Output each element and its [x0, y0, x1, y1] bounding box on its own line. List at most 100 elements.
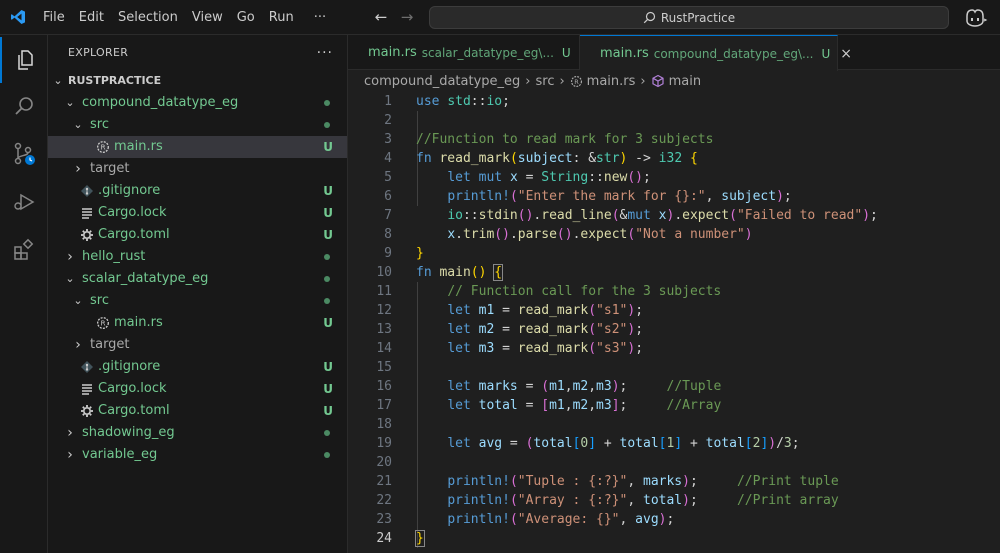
activity-bar	[0, 35, 48, 553]
code-line: 14 let m3 = read_mark("s3");	[348, 339, 1000, 358]
extensions-activity[interactable]	[0, 227, 48, 273]
code-text: fn read_mark(subject: &str) -> i32 {	[416, 151, 698, 166]
editor-area: Rmain.rsscalar_datatype_eg\...URmain.rsc…	[348, 35, 1000, 553]
close-icon[interactable]: ×	[840, 46, 852, 62]
code-line: 7 io::stdin().read_line(&mut x).expect("…	[348, 206, 1000, 225]
code-text: let mut x = String::new();	[447, 170, 651, 185]
git-status-dot	[324, 430, 330, 436]
line-number: 21	[376, 474, 392, 489]
git-status-dot	[324, 276, 330, 282]
tree-item-label: scalar_datatype_eg	[82, 271, 209, 286]
tree-folder[interactable]: › target	[48, 334, 347, 356]
menu-item[interactable]: Edit	[72, 0, 111, 35]
back-arrow-icon[interactable]: ←	[372, 8, 390, 26]
command-center-search[interactable]: RustPractice	[429, 6, 949, 29]
code-text: //Function to read mark for 3 subjects	[416, 132, 714, 147]
title-bar: File Edit Selection View Go Run ··· ← → RustPr…	[0, 0, 1000, 35]
workspace-root[interactable]: ⌄ RUSTPRACTICE	[48, 70, 347, 92]
tree-folder[interactable]: › variable_eg	[48, 444, 347, 466]
tree-folder[interactable]: ⌄ scalar_datatype_eg	[48, 268, 347, 290]
symbol-method-icon	[652, 74, 664, 88]
tree-item-label: target	[90, 161, 130, 176]
line-number: 6	[384, 189, 392, 204]
tab-filename: main.rs	[600, 46, 649, 61]
code-text: let avg = (total[0] + total[1] + total[2…	[447, 436, 800, 451]
menu-item[interactable]: File	[36, 0, 72, 35]
tab[interactable]: Rmain.rsscalar_datatype_eg\...U	[348, 35, 580, 70]
tree-file[interactable]: Rmain.rs U	[48, 136, 347, 158]
tree-folder[interactable]: › target	[48, 158, 347, 180]
breadcrumb-symbol[interactable]: main	[669, 74, 701, 89]
tab-status: U	[821, 46, 831, 61]
line-number: 4	[384, 151, 392, 166]
more-actions-icon[interactable]: ···	[317, 45, 333, 61]
breadcrumb-folder[interactable]: compound_datatype_eg	[364, 74, 520, 89]
source-control-activity[interactable]	[0, 131, 48, 177]
code-editor[interactable]: 1 use std::io; 2 3 //Function to read mark f…	[348, 92, 1000, 548]
search-icon	[15, 97, 33, 115]
chevron-down-icon: ⌄	[53, 74, 63, 87]
tab-active[interactable]: Rmain.rscompound_datatype_eg\...U×	[580, 35, 852, 71]
tree-item-label: Cargo.lock	[98, 381, 167, 396]
tree-file[interactable]: Cargo.toml U	[48, 400, 347, 422]
git-status-badge: U	[323, 404, 333, 418]
line-number: 18	[376, 417, 392, 432]
rust-file-icon: R	[570, 75, 582, 87]
run-debug-activity[interactable]	[0, 179, 48, 225]
tree-item-label: .gitignore	[98, 359, 161, 374]
git-status-badge: U	[323, 228, 333, 242]
chevron-right-icon: ›	[640, 73, 646, 89]
line-number: 13	[376, 322, 392, 337]
chevron-down-icon: ⌄	[65, 96, 75, 109]
tree-file[interactable]: Cargo.lock U	[48, 202, 347, 224]
tree-folder[interactable]: ⌄ src	[48, 290, 347, 312]
menu-item[interactable]: View	[185, 0, 230, 35]
gear-file-icon	[80, 404, 94, 418]
breadcrumb-file[interactable]: main.rs	[587, 74, 636, 89]
menu-item[interactable]: Selection	[111, 0, 185, 35]
code-line: 21 println!("Tuple : {:?}", marks); //Pr…	[348, 472, 1000, 491]
tree-file[interactable]: .gitignore U	[48, 180, 347, 202]
line-number: 11	[376, 284, 392, 299]
copilot-icon[interactable]	[962, 8, 988, 28]
code-line: 1 use std::io;	[348, 92, 1000, 111]
chevron-right-icon: ›	[75, 161, 81, 177]
tree-folder[interactable]: ⌄ compound_datatype_eg	[48, 92, 347, 114]
forward-arrow-icon[interactable]: →	[398, 8, 416, 26]
files-icon	[18, 50, 33, 70]
menu-item[interactable]: Run	[262, 0, 301, 35]
tree-file[interactable]: .gitignore U	[48, 356, 347, 378]
tree-file[interactable]: Cargo.lock U	[48, 378, 347, 400]
explorer-activity[interactable]	[0, 37, 48, 83]
git-status-dot	[324, 122, 330, 128]
code-line: 15	[348, 358, 1000, 377]
tree-file[interactable]: Cargo.toml U	[48, 224, 347, 246]
tree-folder[interactable]: › hello_rust	[48, 246, 347, 268]
vscode-logo-icon[interactable]	[10, 9, 26, 25]
tree-item-label: Cargo.toml	[98, 403, 170, 418]
breadcrumb: compound_datatype_eg › src › R main.rs ›…	[364, 70, 701, 92]
line-number: 22	[376, 493, 392, 508]
menu-item[interactable]: ···	[307, 0, 333, 35]
tree-file[interactable]: Rmain.rs U	[48, 312, 347, 334]
code-text: println!("Array : {:?}", total); //Print…	[447, 493, 839, 508]
git-status-badge: U	[323, 140, 333, 154]
line-number: 19	[376, 436, 392, 451]
code-line: 18	[348, 415, 1000, 434]
search-activity[interactable]	[0, 83, 48, 129]
code-text: use std::io;	[416, 94, 510, 109]
code-line: 11 // Function call for the 3 subjects	[348, 282, 1000, 301]
code-line: 9}	[348, 244, 1000, 263]
tree-folder[interactable]: › shadowing_eg	[48, 422, 347, 444]
menu-item[interactable]: Go	[230, 0, 262, 35]
tree-folder[interactable]: ⌄ src	[48, 114, 347, 136]
tree-item-label: shadowing_eg	[82, 425, 175, 440]
code-text: }	[415, 530, 425, 547]
line-number: 5	[384, 170, 392, 185]
tab-description: scalar_datatype_eg\...	[421, 45, 554, 60]
tree-item-label: Cargo.toml	[98, 227, 170, 242]
code-line: 20	[348, 453, 1000, 472]
line-number: 12	[376, 303, 392, 318]
breadcrumb-src[interactable]: src	[535, 74, 554, 89]
code-line: 5 let mut x = String::new();	[348, 168, 1000, 187]
